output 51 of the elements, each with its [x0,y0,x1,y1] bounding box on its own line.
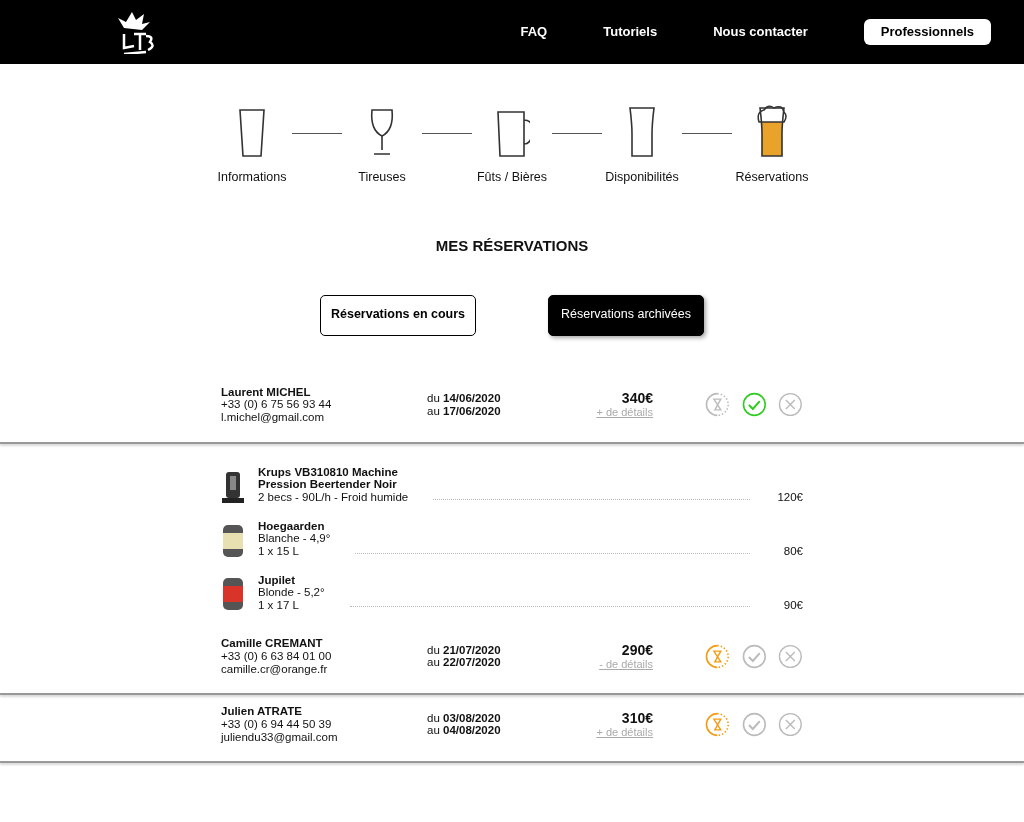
nav-link[interactable]: Nous contacter [713,24,808,40]
item-detail: 2 becs - 90L/h - Froid humide [258,490,409,504]
customer-email: juliendu33@gmail.com [221,730,339,744]
customer-name: Laurent MICHEL [221,385,312,399]
step-label: Réservations [735,171,809,185]
step-label: Disponibilités [605,171,679,185]
check-icon[interactable] [741,711,767,737]
item-detail: Blanche - 4,9° [258,532,331,545]
date-range: du 21/07/2020 [427,643,502,657]
nav-link[interactable]: Tutoriels [603,24,658,40]
date-range: du 14/06/2020 [427,392,502,405]
customer-email: camille.cr@orange.fr [221,662,329,676]
hourglass-icon[interactable] [705,392,730,418]
item-title: Krups VB310810 Machine Pression Beertender Noir [258,465,399,491]
customer-name: Julien ATRATE [221,705,303,718]
item-title: Hoegaarden [258,519,326,533]
tab[interactable]: Réservations en cours [320,294,476,336]
tab[interactable]: Réservations archivées [548,294,704,336]
item-detail: 1 x 17 L [258,598,300,612]
nav-link[interactable]: FAQ [520,24,548,40]
customer-phone: +33 (0) 6 94 44 50 39 [221,718,333,731]
item-title: Jupilet [258,573,297,587]
check-icon[interactable] [741,643,767,669]
step-label: Tireuses [358,171,406,185]
item-price: 120€ [776,490,803,504]
close-icon[interactable] [778,711,803,737]
step-label: Informations [217,171,287,185]
item-detail: Blonde - 5,2° [258,586,325,599]
close-icon[interactable] [778,392,803,418]
beer-machine-icon [221,469,245,504]
item-detail: 1 x 15 L [258,544,300,558]
step-label: Fûts / Bières [476,171,548,185]
total-price: 340€ [620,390,653,407]
close-icon[interactable] [778,643,803,669]
total-price: 310€ [620,710,653,726]
date-range: du 03/08/2020 [427,711,502,725]
customer-phone: +33 (0) 6 75 56 93 44 [221,398,333,412]
date-range: au 04/08/2020 [427,724,502,737]
check-icon[interactable] [741,392,767,418]
item-price: 80€ [782,544,803,558]
customer-phone: +33 (0) 6 63 84 01 00 [221,650,333,663]
item-price: 90€ [782,598,803,612]
professionals-button[interactable]: Professionnels [863,18,991,46]
customer-email: l.michel@gmail.com [221,411,326,424]
page-title: MES RÉSERVATIONS [434,236,590,255]
hourglass-icon[interactable] [705,643,730,669]
date-range: au 17/06/2020 [427,404,502,418]
hourglass-icon[interactable] [705,711,730,737]
customer-name: Camille CREMANT [221,637,324,651]
date-range: au 22/07/2020 [427,656,502,670]
total-price: 290€ [620,642,653,659]
